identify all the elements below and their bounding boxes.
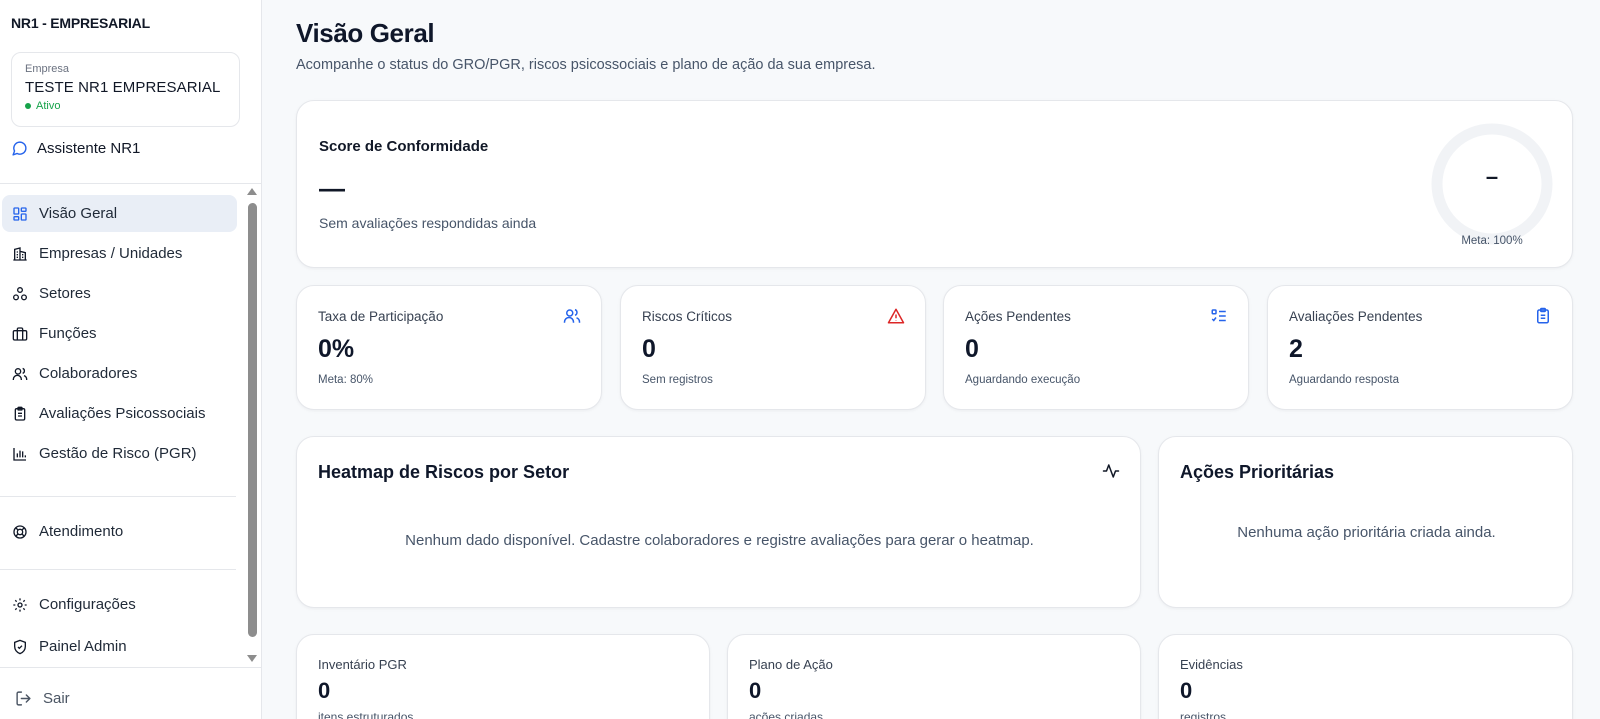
stat-label: Ações Pendentes xyxy=(965,309,1071,324)
card-label: Plano de Ação xyxy=(749,657,833,672)
dashboard-icon xyxy=(13,206,27,221)
priority-title: Ações Prioritárias xyxy=(1180,462,1335,482)
logout-button[interactable]: Sair xyxy=(15,690,70,707)
sidebar-item-label: Atendimento xyxy=(39,523,124,540)
page-title: Visão Geral xyxy=(296,18,435,48)
stat-subtext: Aguardando execução xyxy=(965,374,1081,386)
divider xyxy=(0,183,262,184)
company-label: Empresa xyxy=(25,63,70,75)
priority-actions-card: Ações Prioritárias Nenhuma ação prioritá… xyxy=(1158,436,1573,608)
network-icon xyxy=(13,286,27,300)
sidebar-item-empresas[interactable]: Empresas / Unidades xyxy=(2,235,237,272)
stat-subtext: Sem registros xyxy=(642,374,713,386)
status-dot-icon xyxy=(25,103,31,109)
users-icon xyxy=(563,308,581,323)
brand-title: NR1 - EMPRESARIAL xyxy=(11,15,150,31)
company-status: Ativo xyxy=(25,100,226,112)
sidebar-item-label: Painel Admin xyxy=(39,638,127,655)
card-label: Evidências xyxy=(1180,657,1243,672)
card-value: 0 xyxy=(1180,678,1193,703)
checklist-icon xyxy=(1211,309,1226,322)
stat-value: 0 xyxy=(642,335,656,363)
compliance-score-card: Score de Conformidade — Sem avaliações r… xyxy=(296,100,1573,268)
logout-icon xyxy=(16,691,31,706)
logout-label: Sair xyxy=(43,690,70,707)
divider xyxy=(0,496,236,497)
card-subtext: itens estruturados xyxy=(318,710,414,719)
sidebar-item-label: Funções xyxy=(39,325,97,342)
evidencias-card: Evidências 0 registros xyxy=(1158,634,1573,719)
bar-chart-icon xyxy=(13,447,26,461)
inventario-card: Inventário PGR 0 itens estruturados xyxy=(296,634,710,719)
activity-icon xyxy=(1102,464,1120,478)
stat-subtext: Meta: 80% xyxy=(318,374,373,386)
sidebar-nav: Visão Geral Empresas / Unidades Setores … xyxy=(0,186,262,666)
scroll-down-arrow[interactable] xyxy=(247,655,257,662)
card-value: 0 xyxy=(749,678,762,703)
sidebar-item-funcoes[interactable]: Funções xyxy=(2,315,237,352)
company-selector[interactable]: Empresa TESTE NR1 EMPRESARIAL Ativo xyxy=(11,52,240,127)
plano-acao-card: Plano de Ação 0 ações criadas xyxy=(727,634,1141,719)
stat-card-avaliacoes-pendentes: Avaliações Pendentes 2 Aguardando respos… xyxy=(1267,285,1573,410)
sidebar-item-visao-geral[interactable]: Visão Geral xyxy=(2,195,237,232)
stat-value: 2 xyxy=(1289,335,1303,363)
assistant-label: Assistente NR1 xyxy=(37,140,141,157)
divider xyxy=(0,569,236,570)
sidebar-item-atendimento[interactable]: Atendimento xyxy=(2,513,237,550)
lifebuoy-icon xyxy=(13,524,27,539)
card-value: 0 xyxy=(318,678,331,703)
card-subtext: registros xyxy=(1180,710,1227,719)
shield-check-icon xyxy=(14,639,26,654)
stat-subtext: Aguardando resposta xyxy=(1289,374,1399,386)
alert-triangle-icon xyxy=(887,308,905,324)
sidebar-item-gestao-risco[interactable]: Gestão de Risco (PGR) xyxy=(2,435,237,472)
stat-value: 0% xyxy=(318,335,355,363)
heatmap-card: Heatmap de Riscos por Setor Nenhum dado … xyxy=(296,436,1141,608)
sidebar-item-colaboradores[interactable]: Colaboradores xyxy=(2,355,237,392)
sidebar-item-label: Configurações xyxy=(39,596,136,613)
sidebar-item-label: Colaboradores xyxy=(39,365,138,382)
assistant-link[interactable]: Assistente NR1 xyxy=(11,140,140,157)
chat-bubble-icon xyxy=(12,141,27,156)
heatmap-empty-message: Nenhum dado disponível. Cadastre colabor… xyxy=(405,532,1034,549)
gauge-meta: Meta: 100% xyxy=(1461,235,1523,247)
gear-icon xyxy=(13,597,27,612)
stat-card-acoes-pendentes: Ações Pendentes 0 Aguardando execução xyxy=(943,285,1249,410)
score-title: Score de Conformidade xyxy=(319,138,489,155)
card-label: Inventário PGR xyxy=(318,657,407,672)
users-icon xyxy=(12,367,28,380)
gauge-value: – xyxy=(1485,164,1499,189)
stat-card-participacao: Taxa de Participação 0% Meta: 80% xyxy=(296,285,602,410)
clipboard-icon xyxy=(1537,307,1549,324)
company-status-label: Ativo xyxy=(36,100,61,112)
briefcase-icon xyxy=(12,326,28,341)
sidebar-item-avaliacoes[interactable]: Avaliações Psicossociais xyxy=(2,395,237,432)
sidebar-item-label: Gestão de Risco (PGR) xyxy=(39,445,197,462)
sidebar: NR1 - EMPRESARIAL Empresa TESTE NR1 EMPR… xyxy=(0,0,262,719)
scroll-up-arrow[interactable] xyxy=(247,188,257,195)
stat-label: Avaliações Pendentes xyxy=(1289,309,1423,324)
building-icon xyxy=(13,246,27,261)
sidebar-item-label: Avaliações Psicossociais xyxy=(39,405,206,422)
sidebar-item-label: Visão Geral xyxy=(39,205,118,222)
page-subtitle: Acompanhe o status do GRO/PGR, riscos ps… xyxy=(296,57,876,73)
sidebar-item-label: Empresas / Unidades xyxy=(39,245,183,262)
sidebar-item-label: Setores xyxy=(39,285,91,302)
stat-card-riscos-criticos: Riscos Críticos 0 Sem registros xyxy=(620,285,926,410)
stat-label: Taxa de Participação xyxy=(318,309,444,324)
sidebar-scrollbar[interactable] xyxy=(248,203,257,637)
score-value: — xyxy=(319,173,345,203)
priority-empty-message: Nenhuma ação prioritária criada ainda. xyxy=(1237,524,1496,541)
divider xyxy=(0,667,262,668)
card-subtext: ações criadas xyxy=(749,710,824,719)
sidebar-item-setores[interactable]: Setores xyxy=(2,275,237,312)
company-name: TESTE NR1 EMPRESARIAL xyxy=(25,79,221,96)
score-description: Sem avaliações respondidas ainda xyxy=(319,215,537,231)
clipboard-icon xyxy=(14,406,26,421)
heatmap-title: Heatmap de Riscos por Setor xyxy=(318,462,570,482)
sidebar-item-painel-admin[interactable]: Painel Admin xyxy=(2,628,237,665)
sidebar-item-configuracoes[interactable]: Configurações xyxy=(2,586,237,623)
stat-value: 0 xyxy=(965,335,979,363)
stat-label: Riscos Críticos xyxy=(642,309,733,324)
